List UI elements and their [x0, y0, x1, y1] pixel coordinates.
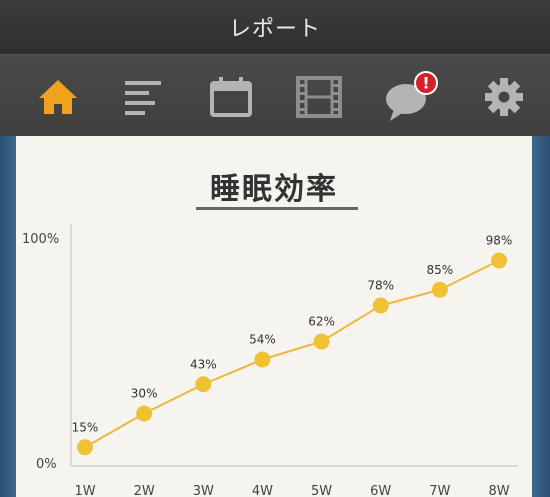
y-tick-label-bottom: 0% — [36, 457, 57, 472]
x-tick-label-3W: 3W — [193, 484, 214, 497]
list-icon — [125, 81, 161, 115]
x-tick-label-5W: 5W — [311, 484, 332, 497]
data-point-2W — [136, 405, 153, 422]
toolbar-calendar-button[interactable] — [207, 75, 255, 119]
x-tick-label-2W: 2W — [134, 484, 155, 497]
x-tick-label-1W: 1W — [74, 484, 95, 497]
notification-badge-text: ! — [422, 74, 429, 93]
data-label-2W: 30% — [131, 387, 158, 401]
plot-layer: 15% 1W 30% 2W 43% 3W 54% 4W 62% 5W 78% 6W 85% 7W 98% 8W — [72, 234, 513, 497]
x-tick-label-8W: 8W — [488, 484, 509, 497]
x-tick-label-6W: 6W — [370, 484, 391, 497]
film-icon — [296, 76, 342, 118]
data-point-1W — [77, 439, 93, 456]
calendar-icon — [210, 77, 252, 117]
x-tick-label-7W: 7W — [429, 484, 450, 497]
right-edge-background — [532, 136, 550, 497]
data-label-7W: 85% — [427, 263, 454, 277]
toolbar-video-button[interactable] — [295, 75, 343, 119]
toolbar: ! — [0, 54, 550, 137]
data-label-6W: 78% — [367, 279, 394, 293]
chat-bubble-icon: ! — [386, 71, 438, 121]
report-panel: 睡眠効率 100% 0% 15% 1W 30% 2W 43% 3W 54% 4W 62% 5W 78… — [16, 136, 532, 497]
data-point-8W — [491, 252, 507, 269]
data-label-4W: 54% — [249, 333, 276, 347]
toolbar-home-button[interactable] — [34, 75, 82, 119]
gear-icon — [485, 78, 523, 116]
title-bar: レポート — [0, 0, 550, 54]
left-edge-background — [0, 136, 16, 497]
data-point-6W — [372, 297, 389, 314]
home-icon — [39, 80, 77, 114]
sleep-efficiency-chart: 100% 0% 15% 1W 30% 2W 43% 3W 54% 4W 62% 5W 78% 6W 85… — [22, 224, 518, 497]
data-point-7W — [431, 281, 448, 298]
data-label-1W: 15% — [72, 420, 99, 434]
x-tick-label-4W: 4W — [252, 484, 273, 497]
data-label-3W: 43% — [190, 357, 217, 371]
toolbar-list-button[interactable] — [119, 75, 167, 119]
data-label-8W: 98% — [486, 234, 513, 248]
data-point-3W — [195, 376, 212, 393]
y-tick-label-top: 100% — [22, 232, 59, 247]
data-point-4W — [254, 351, 271, 368]
data-point-5W — [313, 333, 330, 350]
toolbar-settings-button[interactable] — [480, 75, 528, 119]
toolbar-messages-button[interactable]: ! — [384, 71, 444, 121]
data-label-5W: 62% — [308, 315, 335, 329]
app-title: レポート — [228, 17, 321, 42]
